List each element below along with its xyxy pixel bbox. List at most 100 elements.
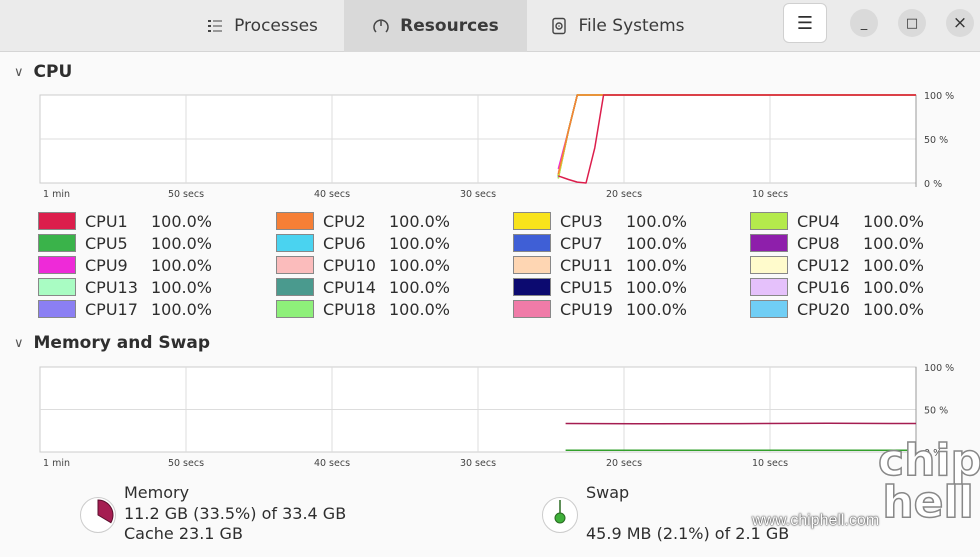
legend-item-cpu13[interactable]: CPU13 100.0% — [38, 277, 276, 297]
legend-item-cpu14[interactable]: CPU14 100.0% — [276, 277, 513, 297]
color-swatch[interactable] — [38, 234, 76, 252]
legend-item-cpu7[interactable]: CPU7 100.0% — [513, 233, 750, 253]
color-swatch[interactable] — [276, 234, 314, 252]
color-swatch[interactable] — [513, 300, 551, 318]
memory-x-tick-label: 20 secs — [606, 458, 642, 469]
cpu-value: 100.0% — [863, 277, 925, 297]
color-swatch[interactable] — [276, 300, 314, 318]
legend-item-cpu18[interactable]: CPU18 100.0% — [276, 299, 513, 319]
legend-item-cpu9[interactable]: CPU9 100.0% — [38, 255, 276, 275]
memory-x-tick-label: 10 secs — [752, 458, 788, 469]
memory-pie-icon[interactable] — [80, 497, 116, 533]
cpu-name: CPU8 — [797, 233, 840, 253]
memory-y-tick-label: 100 % — [924, 363, 954, 374]
cpu-value: 100.0% — [626, 277, 688, 297]
cpu-value: 100.0% — [626, 233, 688, 253]
swap-pie-icon[interactable] — [542, 497, 578, 533]
cpu-x-tick-label: 10 secs — [752, 189, 788, 200]
memory-value: 11.2 GB (33.5%) of 33.4 GB — [124, 503, 347, 523]
cpu-name: CPU4 — [797, 211, 840, 231]
cpu-x-tick-label: 40 secs — [314, 189, 350, 200]
cpu-value: 100.0% — [151, 211, 213, 231]
color-swatch[interactable] — [750, 300, 788, 318]
legend-item-cpu12[interactable]: CPU12 100.0% — [750, 255, 950, 275]
cpu-legend: CPU1 100.0% CPU2 100.0% CPU3 100.0% CPU4 100.0%… — [38, 211, 938, 319]
cpu-value: 100.0% — [389, 277, 451, 297]
color-swatch[interactable] — [276, 278, 314, 296]
color-swatch[interactable] — [750, 256, 788, 274]
cpu-name: CPU16 — [797, 277, 850, 297]
cpu-x-tick-label: 30 secs — [460, 189, 496, 200]
cpu-name: CPU17 — [85, 299, 138, 319]
watermark-logo: chip hell — [877, 435, 980, 528]
cpu-value: 100.0% — [151, 255, 213, 275]
legend-item-cpu11[interactable]: CPU11 100.0% — [513, 255, 750, 275]
color-swatch[interactable] — [513, 234, 551, 252]
cpu-name: CPU1 — [85, 211, 128, 231]
cpu-y-tick-label: 0 % — [924, 179, 942, 190]
cpu-value: 100.0% — [389, 233, 451, 253]
legend-item-cpu5[interactable]: CPU5 100.0% — [38, 233, 276, 253]
memory-y-tick-label: 50 % — [924, 406, 948, 417]
legend-item-cpu1[interactable]: CPU1 100.0% — [38, 211, 276, 231]
cpu-x-tick-label: 50 secs — [168, 189, 204, 200]
cpu-value: 100.0% — [863, 233, 925, 253]
color-swatch[interactable] — [38, 300, 76, 318]
memory-x-tick-label: 30 secs — [460, 458, 496, 469]
legend-item-cpu2[interactable]: CPU2 100.0% — [276, 211, 513, 231]
legend-item-cpu4[interactable]: CPU4 100.0% — [750, 211, 950, 231]
memory-x-tick-label: 50 secs — [168, 458, 204, 469]
color-swatch[interactable] — [750, 234, 788, 252]
cpu-name: CPU6 — [323, 233, 366, 253]
cpu-name: CPU19 — [560, 299, 613, 319]
cpu-name: CPU10 — [323, 255, 376, 275]
cpu-value: 100.0% — [151, 233, 213, 253]
legend-item-cpu20[interactable]: CPU20 100.0% — [750, 300, 950, 319]
cpu-name: CPU13 — [85, 277, 138, 297]
cpu-value: 100.0% — [389, 255, 451, 275]
cpu-value: 100.0% — [626, 255, 688, 275]
legend-item-cpu19[interactable]: CPU19 100.0% — [513, 299, 750, 319]
color-swatch[interactable] — [513, 278, 551, 296]
color-swatch[interactable] — [513, 256, 551, 274]
legend-item-cpu8[interactable]: CPU8 100.0% — [750, 233, 950, 253]
color-swatch[interactable] — [513, 212, 551, 230]
memory-label: Memory — [124, 483, 190, 502]
cache-value: Cache 23.1 GB — [124, 524, 243, 543]
cpu-name: CPU3 — [560, 211, 603, 231]
legend-item-cpu16[interactable]: CPU16 100.0% — [750, 277, 950, 297]
cpu-name: CPU14 — [323, 277, 376, 297]
chevron-down-icon: ∨ — [14, 335, 24, 351]
cpu-value: 100.0% — [863, 255, 925, 275]
memory-title: Memory and Swap — [33, 333, 210, 353]
cpu-name: CPU18 — [323, 299, 376, 319]
color-swatch[interactable] — [38, 278, 76, 296]
cpu-value: 100.0% — [863, 211, 925, 231]
memory-x-tick-label: 40 secs — [314, 458, 350, 469]
watermark-text: www.chiphell.com — [752, 512, 880, 529]
memory-section-header[interactable]: ∨ Memory and Swap — [14, 333, 210, 353]
legend-item-cpu15[interactable]: CPU15 100.0% — [513, 277, 750, 297]
memory-x-tick-label: 1 min — [43, 458, 70, 469]
cpu-name: CPU15 — [560, 277, 613, 297]
swap-label: Swap — [586, 483, 630, 502]
color-swatch[interactable] — [276, 256, 314, 274]
legend-item-cpu3[interactable]: CPU3 100.0% — [513, 211, 750, 231]
color-swatch[interactable] — [276, 212, 314, 230]
cpu-name: CPU7 — [560, 233, 603, 253]
cpu-name: CPU9 — [85, 255, 128, 275]
cpu-value: 100.0% — [389, 299, 451, 319]
cpu-value: 100.0% — [151, 299, 213, 319]
cpu-name: CPU2 — [323, 211, 366, 231]
cpu-value: 100.0% — [389, 211, 451, 231]
color-swatch[interactable] — [38, 256, 76, 274]
cpu-value: 100.0% — [151, 277, 213, 297]
legend-item-cpu10[interactable]: CPU10 100.0% — [276, 255, 513, 275]
memory-info: Memory 11.2 GB (33.5%) of 33.4 GB Cache … — [80, 483, 346, 545]
color-swatch[interactable] — [750, 278, 788, 296]
legend-item-cpu17[interactable]: CPU17 100.0% — [38, 299, 276, 319]
legend-item-cpu6[interactable]: CPU6 100.0% — [276, 233, 513, 253]
color-swatch[interactable] — [750, 212, 788, 230]
color-swatch[interactable] — [38, 212, 76, 230]
cpu-x-tick-label: 1 min — [43, 189, 70, 200]
